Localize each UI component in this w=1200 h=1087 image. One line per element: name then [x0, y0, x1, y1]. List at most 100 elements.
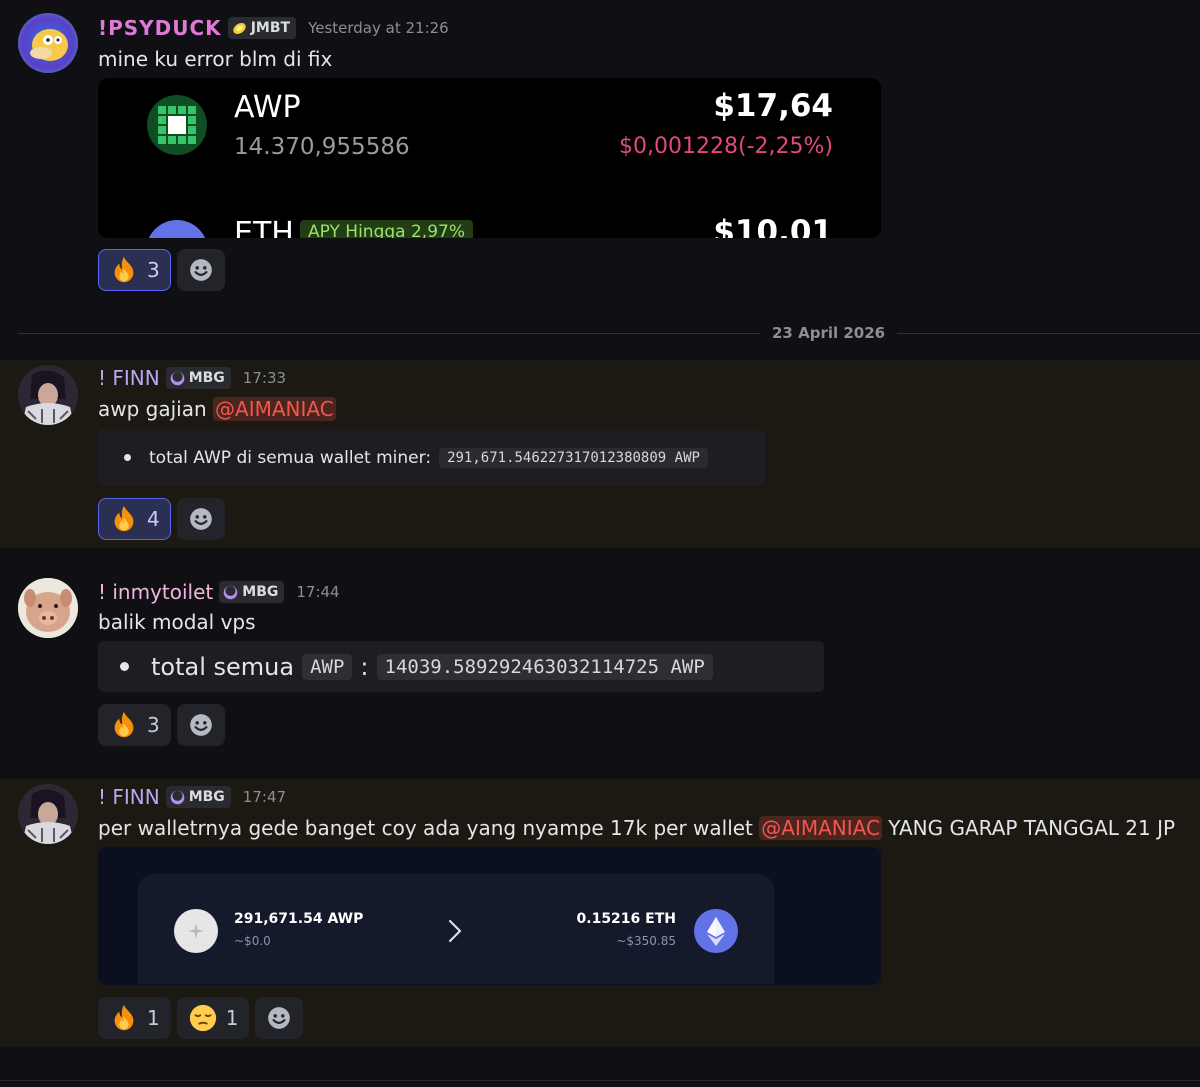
bullet-dot [120, 662, 129, 671]
inline-code-token: AWP [302, 653, 353, 680]
timestamp[interactable]: 17:47 [243, 788, 286, 806]
message-text: awp gajian @AIMANIAC [98, 397, 336, 421]
reaction-fire[interactable]: 4 [98, 498, 171, 540]
bottom-divider [0, 1080, 1200, 1081]
reaction-fire[interactable]: 3 [98, 249, 171, 291]
avatar-finn[interactable] [18, 365, 78, 425]
mbg-badge-icon [222, 584, 239, 601]
eth-icon [694, 909, 738, 953]
reaction-count: 1 [225, 1006, 239, 1030]
username[interactable]: ! FINN [98, 366, 160, 390]
date-divider-label: 23 April 2026 [760, 324, 898, 342]
reaction-fire[interactable]: 1 [98, 997, 171, 1039]
date-divider [18, 333, 1200, 334]
user-mention[interactable]: @AIMANIAC [213, 397, 336, 421]
reactions: 3 [98, 249, 225, 291]
badge-label: MBG [242, 584, 279, 600]
add-reaction-button[interactable] [176, 498, 225, 540]
bullet-label: total semua [151, 652, 295, 681]
server-tag-badge[interactable]: MBG [165, 786, 231, 808]
message-text: mine ku error blm di fix [98, 47, 333, 71]
awp-token-circle [174, 909, 218, 953]
message-text: per walletrnya gede banget coy ada yang … [98, 816, 1175, 840]
mbg-badge-icon [169, 789, 186, 806]
swap-card: 291,671.54 AWP ~$0.0 0.15216 ETH ~$350.8… [138, 874, 774, 984]
timestamp[interactable]: 17:33 [243, 369, 286, 387]
timestamp[interactable]: Yesterday at 21:26 [308, 19, 449, 37]
token-value-2: $10,01 [713, 214, 833, 238]
eth-icon [146, 220, 208, 238]
message-body: awp gajian [98, 397, 207, 421]
fire-emoji [109, 255, 139, 285]
server-tag-badge[interactable]: JMBT [227, 17, 297, 39]
lemon-icon [233, 22, 246, 34]
apy-badge: APY Hingga 2,97% [300, 220, 473, 238]
add-reaction-button[interactable] [255, 997, 304, 1039]
separator: : [360, 652, 369, 681]
reactions: 3 [98, 704, 225, 746]
avatar-finn[interactable] [18, 784, 78, 844]
message-inmytoilet: ! inmytoilet MBG 17:44 balik modal vps t… [0, 548, 1200, 778]
add-reaction-icon [188, 257, 214, 283]
message-header: ! inmytoilet MBG 17:44 [98, 580, 340, 604]
add-reaction-icon [266, 1005, 292, 1031]
message-header: !PSYDUCK JMBT Yesterday at 21:26 [98, 16, 449, 40]
reactions: 4 [98, 498, 225, 540]
timestamp[interactable]: 17:44 [296, 583, 339, 601]
embedded-list: total AWP di semua wallet miner: 291,671… [98, 429, 765, 486]
bullet-label: total AWP di semua wallet miner: [149, 447, 432, 468]
token-symbol: AWP [234, 90, 301, 125]
reaction-pensive[interactable]: 1 [176, 997, 250, 1039]
reaction-count: 3 [147, 258, 160, 282]
mbg-badge-icon [169, 370, 186, 387]
bullet-dot [124, 454, 131, 461]
reaction-count: 3 [147, 713, 160, 737]
message-psyduck: !PSYDUCK JMBT Yesterday at 21:26 mine ku… [0, 0, 1200, 310]
embedded-list: total semua AWP : 14039.5892924630321147… [98, 641, 824, 692]
fire-emoji [109, 710, 139, 740]
message-finn-1: ! FINN MBG 17:33 awp gajian @AIMANIAC to… [0, 360, 1200, 548]
badge-label: MBG [188, 370, 225, 386]
add-reaction-icon [188, 712, 214, 738]
swap-screenshot-embed[interactable]: 291,671.54 AWP ~$0.0 0.15216 ETH ~$350.8… [98, 847, 881, 985]
message-text: balik modal vps [98, 610, 256, 634]
add-reaction-button[interactable] [176, 249, 225, 291]
avatar-pig[interactable] [18, 578, 78, 638]
username[interactable]: !PSYDUCK [98, 16, 222, 40]
fire-emoji [109, 1003, 139, 1033]
message-header: ! FINN MBG 17:47 [98, 785, 286, 809]
reaction-fire[interactable]: 3 [98, 704, 171, 746]
username[interactable]: ! inmytoilet [98, 580, 213, 604]
token-symbol-2: ETH [234, 216, 294, 238]
message-body-end: YANG GARAP TANGGAL 21 JP [888, 816, 1176, 840]
message-finn-2: ! FINN MBG 17:47 per walletrnya gede ban… [0, 779, 1200, 1047]
add-reaction-button[interactable] [176, 704, 225, 746]
username[interactable]: ! FINN [98, 785, 160, 809]
badge-label: MBG [188, 789, 225, 805]
swap-from-amount: 291,671.54 AWP [234, 911, 364, 927]
add-reaction-icon [188, 506, 214, 532]
token-balance: 14.370,955586 [234, 134, 410, 160]
reaction-count: 1 [147, 1006, 160, 1030]
message-body: per walletrnya gede banget coy ada yang … [98, 816, 753, 840]
chevron-right-icon [448, 919, 462, 943]
reactions: 1 1 [98, 997, 304, 1039]
awp-icon [147, 95, 207, 155]
sparkle-icon [188, 923, 204, 939]
fire-emoji [109, 504, 139, 534]
user-mention[interactable]: @AIMANIAC [759, 816, 882, 840]
swap-to-amount: 0.15216 ETH [576, 911, 676, 927]
reaction-count: 4 [147, 507, 160, 531]
avatar-psyduck[interactable] [18, 13, 78, 73]
message-header: ! FINN MBG 17:33 [98, 366, 286, 390]
badge-label: JMBT [250, 20, 291, 36]
wallet-screenshot-embed[interactable]: AWP 14.370,955586 $17,64 $0,001228(-2,25… [98, 78, 881, 238]
inline-code: 291,671.546227317012380809 AWP [439, 447, 708, 468]
server-tag-badge[interactable]: MBG [219, 581, 285, 603]
pensive-emoji [188, 1003, 218, 1033]
swap-from-value: ~$0.0 [234, 934, 271, 948]
inline-code-amount: 14039.589292463032114725 AWP [376, 653, 713, 680]
token-value: $17,64 [713, 88, 833, 124]
token-price-change: $0,001228(-2,25%) [619, 134, 833, 159]
server-tag-badge[interactable]: MBG [165, 367, 231, 389]
